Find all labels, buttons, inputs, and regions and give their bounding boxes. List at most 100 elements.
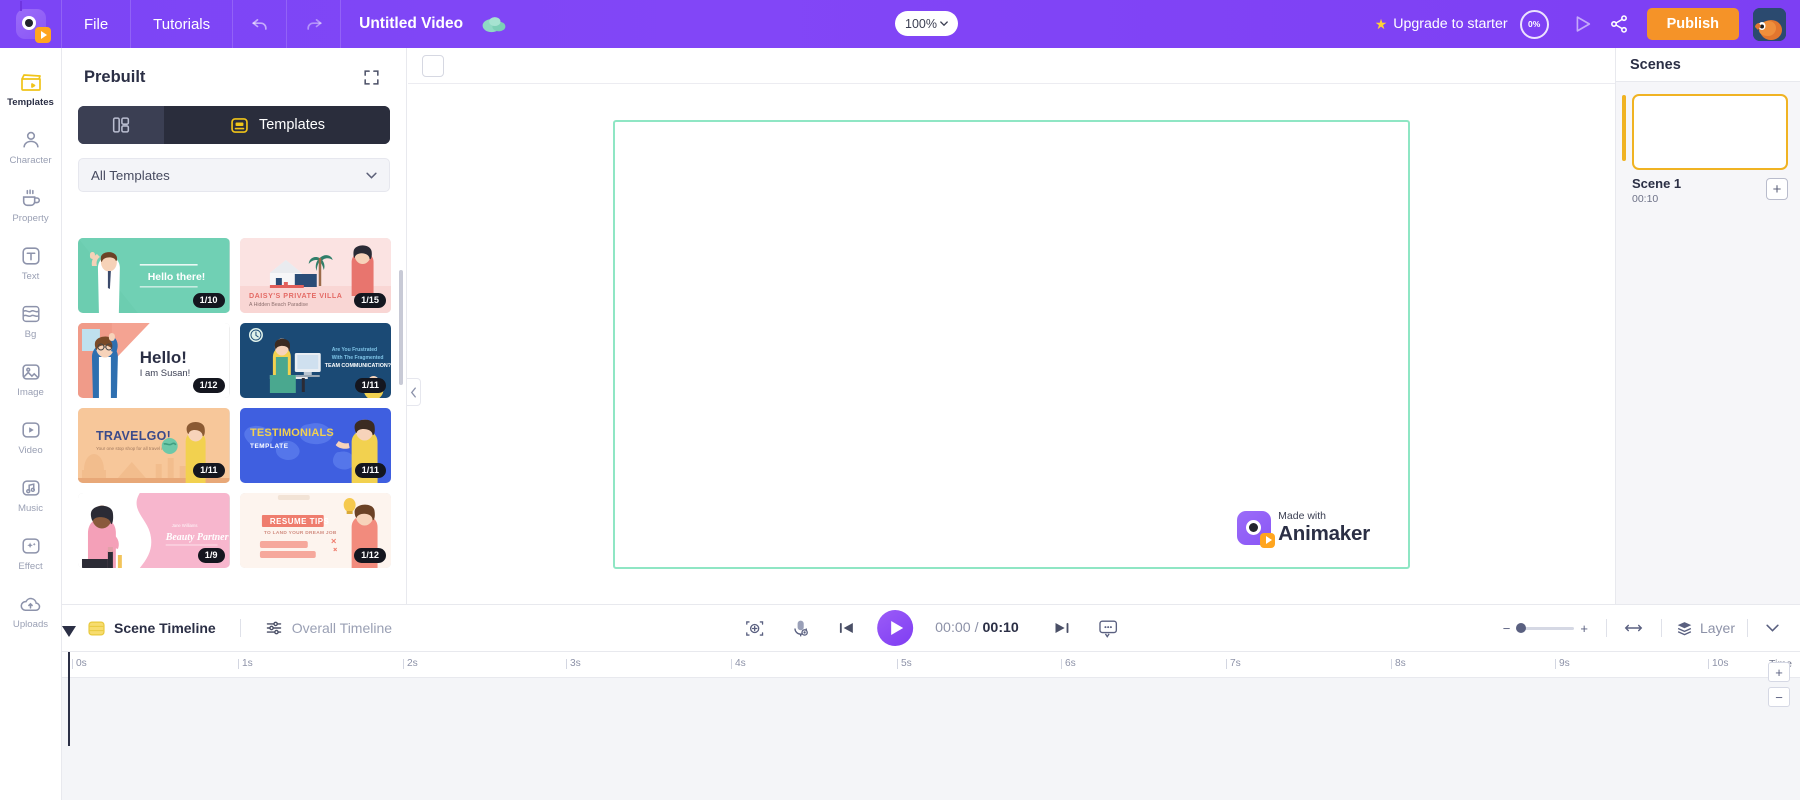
svg-text:TEAM COMMUNICATION?: TEAM COMMUNICATION?	[324, 363, 390, 369]
add-scene-button[interactable]: +	[1766, 178, 1788, 200]
svg-text:Beauty Partner: Beauty Partner	[165, 532, 229, 543]
skip-next-button[interactable]	[1039, 618, 1085, 638]
template-card[interactable]: Hello! I am Susan! 1/12	[78, 323, 230, 398]
sidebar-item-text[interactable]: Text	[0, 234, 62, 292]
watermark-made-with: Made with	[1278, 509, 1327, 522]
sidebar-item-video[interactable]: Video	[0, 408, 62, 466]
template-card[interactable]: DAISY'S PRIVATE VILLA A Hidden Beach Par…	[239, 238, 391, 313]
tab-overall-timeline[interactable]: Overall Timeline	[257, 619, 400, 637]
avatar-image	[1753, 7, 1786, 41]
header-actions: ★ Upgrade to starter 0% Publish	[1375, 0, 1800, 48]
preview-button[interactable]	[1565, 13, 1599, 35]
fit-width-button[interactable]	[1621, 621, 1647, 635]
panel-scrollbar[interactable]	[399, 270, 403, 385]
stage-selection-chip[interactable]	[422, 54, 444, 77]
template-card[interactable]: RESUME TIPS TO LAND YOUR DREAM JOB 1/12	[239, 493, 391, 568]
svg-text:DAISY'S PRIVATE VILLA: DAISY'S PRIVATE VILLA	[248, 292, 341, 300]
timeline-expand-button[interactable]	[1760, 624, 1784, 632]
timeline-zoom-out-label: −	[1775, 689, 1783, 705]
ruler-tick: 1s	[238, 658, 253, 669]
scene-duration: 00:10	[1632, 193, 1659, 205]
sidebar-item-bg[interactable]: Bg	[0, 292, 62, 350]
sidebar-item-property[interactable]: Property	[0, 176, 62, 234]
template-grid: Hello there! 1/10 DAISY'S PRIVATE VILLA …	[78, 238, 391, 568]
sidebar-item-effect[interactable]: Effect	[0, 524, 62, 582]
template-filter-select[interactable]: All Templates	[78, 158, 390, 192]
timeline-ruler[interactable]: 0s 1s 2s 3s 4s 5s 6s 7s 8s 9s 10s Time	[62, 652, 1800, 678]
template-card[interactable]: Jane Williams Beauty Partner 1/9	[78, 493, 230, 568]
user-avatar[interactable]	[1753, 7, 1786, 41]
publish-button[interactable]: Publish	[1646, 8, 1739, 40]
collapse-panel-icon	[410, 386, 416, 398]
current-time: 00:00	[935, 620, 971, 636]
sidebar-item-image[interactable]: Image	[0, 350, 62, 408]
undo-icon	[251, 19, 267, 30]
tab-templates[interactable]: Templates	[164, 106, 390, 144]
camera-add-button[interactable]	[731, 618, 777, 639]
menu-file[interactable]: File	[62, 0, 132, 48]
ruler-tick: 4s	[731, 658, 746, 669]
sidebar-item-uploads[interactable]: Uploads	[0, 582, 62, 640]
microphone-button[interactable]	[777, 618, 823, 639]
template-card[interactable]: TRAVELGO! Your one stop shop for all tra…	[78, 408, 230, 483]
timeline-tracks[interactable]: + −	[62, 626, 1800, 800]
expand-icon	[363, 69, 379, 85]
skip-previous-button[interactable]	[823, 618, 869, 638]
upgrade-label: Upgrade to starter	[1393, 16, 1508, 32]
template-grid-scroll[interactable]: Hello there! 1/10 DAISY'S PRIVATE VILLA …	[62, 226, 407, 604]
upgrade-button[interactable]: ★ Upgrade to starter	[1375, 16, 1508, 33]
expand-panel-button[interactable]	[358, 64, 384, 90]
template-card[interactable]: Hello there! 1/10	[78, 238, 230, 313]
scene-thumbnail[interactable]	[1632, 94, 1788, 170]
zoom-slider-knob[interactable]	[1516, 623, 1527, 633]
share-button[interactable]	[1599, 14, 1639, 34]
tab-layouts[interactable]	[78, 106, 164, 144]
video-canvas[interactable]: Made with Animaker	[613, 119, 1410, 569]
add-scene-label: +	[1772, 180, 1782, 198]
logo-button[interactable]	[0, 0, 62, 48]
redo-button[interactable]	[287, 0, 342, 48]
play-button[interactable]	[877, 610, 914, 646]
playhead[interactable]	[62, 626, 76, 746]
template-badge: 1/11	[193, 462, 225, 478]
sidebar-label-image: Image	[17, 387, 44, 398]
svg-text:Hello!: Hello!	[140, 348, 187, 367]
timeline-zoom-out-button[interactable]: −	[1768, 687, 1790, 707]
scene-timeline-icon	[88, 621, 105, 635]
menu-tutorials[interactable]: Tutorials	[131, 0, 234, 48]
chevron-down-icon	[940, 20, 948, 26]
sidebar-label-music: Music	[17, 503, 44, 514]
watermark-brand: Animaker	[1278, 521, 1370, 545]
collapse-panel-button[interactable]	[407, 378, 421, 406]
scene-active-marker	[1622, 95, 1626, 161]
project-title[interactable]: Untitled Video	[341, 15, 481, 33]
background-icon	[19, 302, 43, 326]
template-card[interactable]: TESTIMONIALS TEMPLATE 1/11	[239, 408, 391, 483]
canvas-zoom-selector[interactable]: 100%	[895, 11, 958, 36]
sidebar-item-templates[interactable]: Templates	[0, 60, 62, 118]
undo-button[interactable]	[233, 0, 288, 48]
microphone-icon	[793, 620, 808, 636]
toolbar-divider	[1660, 619, 1662, 637]
timeline-zoom-slider[interactable]: − +	[1503, 621, 1588, 636]
scene-list-item[interactable]: Scene 1 00:10 +	[1616, 82, 1800, 205]
sidebar-item-music[interactable]: Music	[0, 466, 62, 524]
cloud-save-button[interactable]	[481, 14, 517, 34]
zoom-slider-track[interactable]	[1516, 623, 1575, 633]
subtitle-button[interactable]	[1085, 618, 1131, 638]
canvas-area[interactable]: Made with Animaker	[408, 84, 1615, 604]
tab-scene-timeline[interactable]: Scene Timeline	[80, 620, 224, 637]
sidebar-label-templates: Templates	[7, 97, 54, 108]
animaker-logo-icon	[15, 1, 51, 43]
zoom-in-label: +	[1580, 620, 1588, 636]
svg-text:TESTIMONIALS: TESTIMONIALS	[249, 427, 333, 439]
timeline-zoom-in-button[interactable]: +	[1768, 662, 1790, 682]
skip-next-icon	[1055, 623, 1069, 633]
zoom-level-value: 100%	[905, 16, 937, 31]
scenes-title: Scenes	[1616, 48, 1800, 82]
usage-percent-badge[interactable]: 0%	[1519, 9, 1549, 39]
stage-toolbar	[408, 48, 1615, 84]
layer-button[interactable]: Layer	[1676, 620, 1735, 637]
sidebar-item-character[interactable]: Character	[0, 118, 62, 176]
template-card[interactable]: Are You Frustrated With The Fragmented T…	[239, 323, 391, 398]
